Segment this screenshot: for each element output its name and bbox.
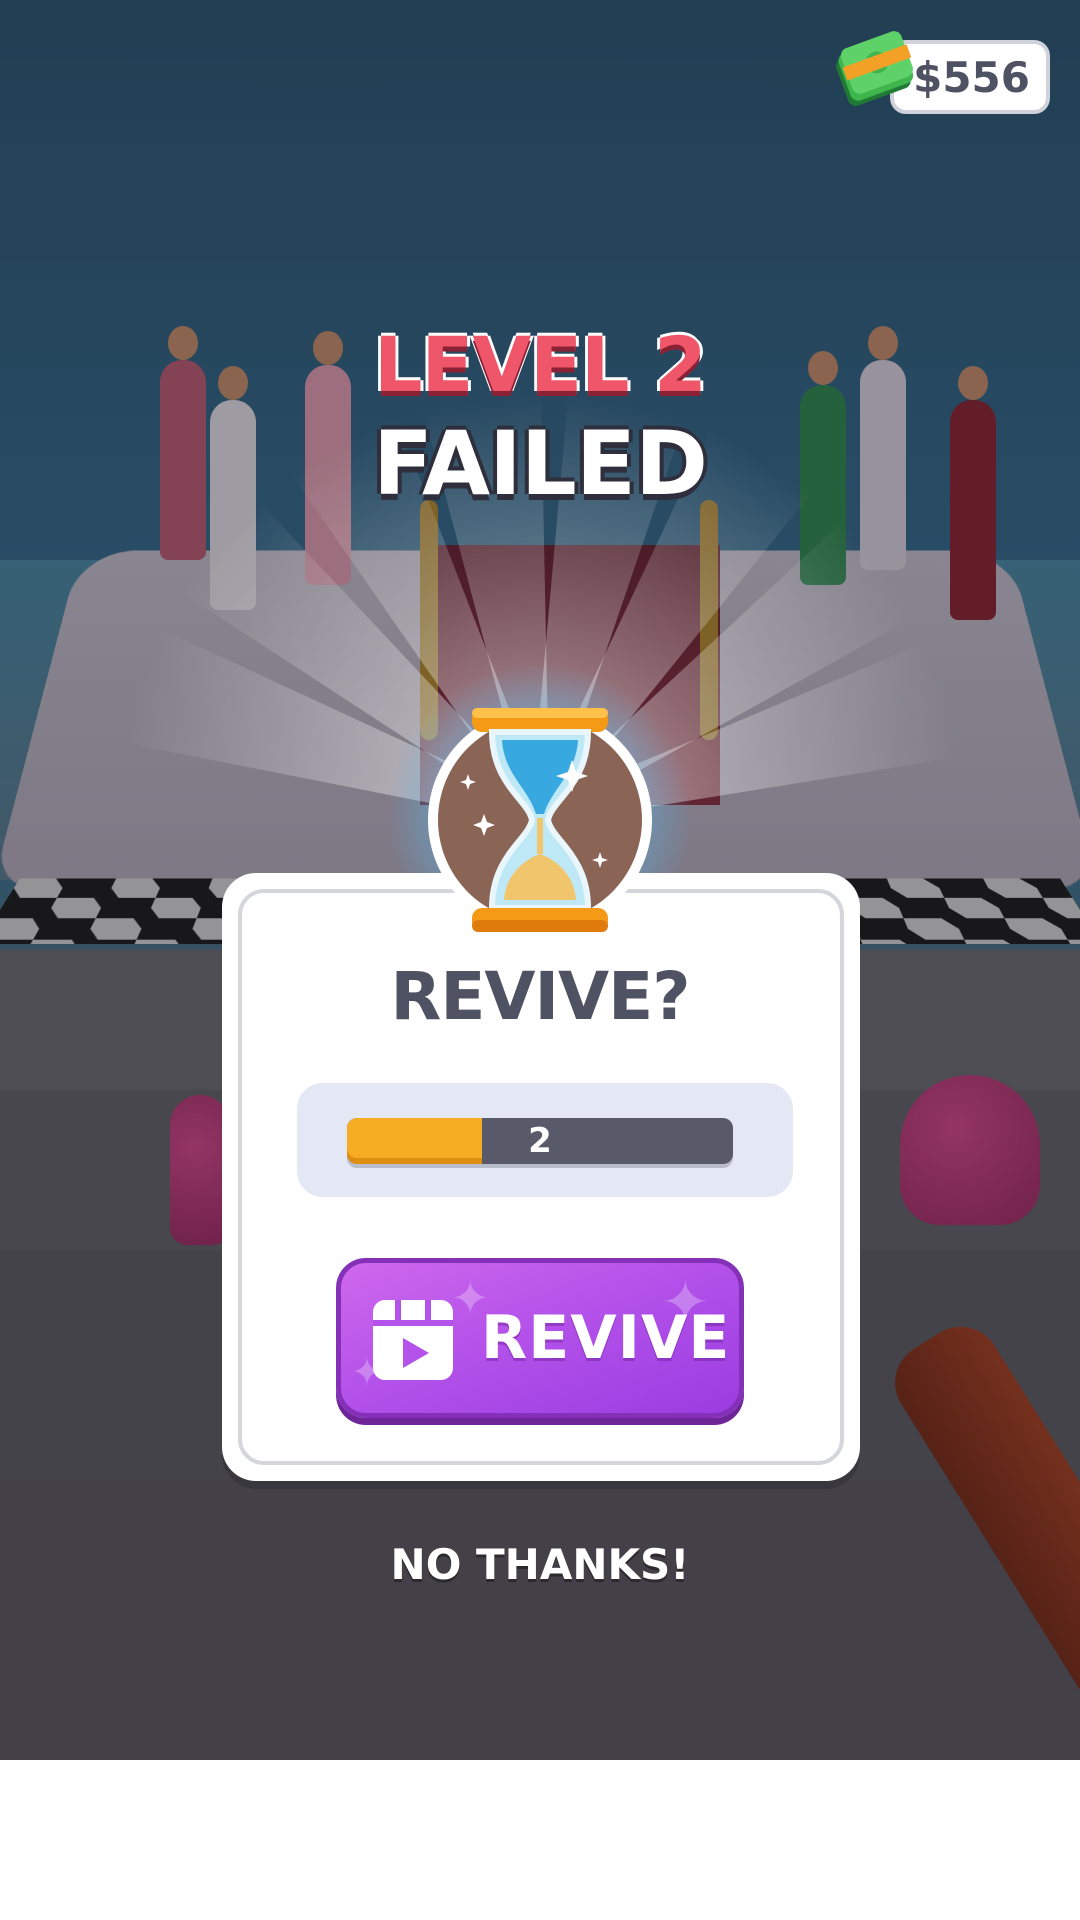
revive-button[interactable]: ✦ ✦ ✦ REVIVE xyxy=(336,1258,744,1418)
level-title: LEVEL 2 xyxy=(374,320,707,409)
no-thanks-button[interactable]: NO THANKS! xyxy=(0,1540,1080,1589)
revive-button-label: REVIVE xyxy=(481,1303,731,1373)
money-amount: $556 xyxy=(913,52,1030,102)
video-ad-icon xyxy=(371,1296,455,1382)
hourglass-icon xyxy=(424,704,656,936)
failed-title: FAILED xyxy=(372,412,708,515)
revive-question: REVIVE? xyxy=(390,958,691,1035)
cash-icon xyxy=(832,30,916,114)
countdown-number: 2 xyxy=(528,1121,552,1161)
